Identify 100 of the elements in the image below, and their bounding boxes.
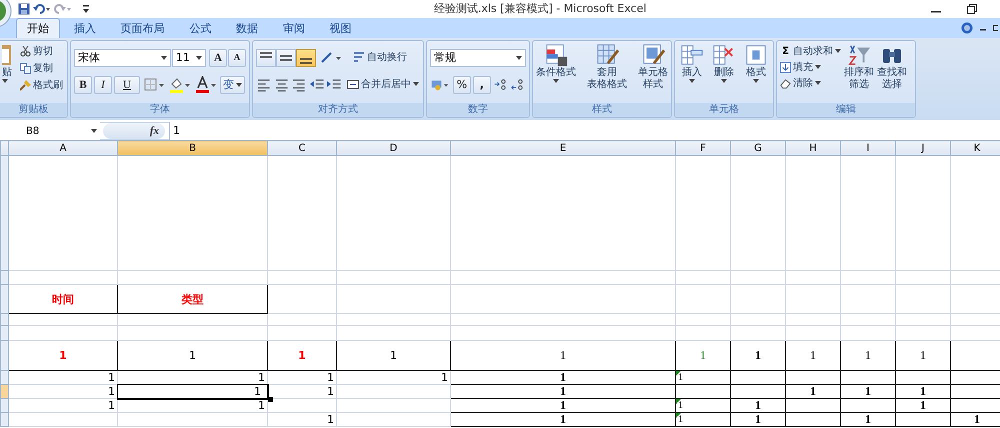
sheet-cell[interactable]: 1 [336,370,450,384]
sheet-cell[interactable]: 1 [336,340,450,370]
fill-color-icon[interactable] [168,76,192,94]
sheet-cell[interactable]: 1 [786,384,840,398]
sheet-cell[interactable]: 1 [896,398,950,412]
empty-cell[interactable] [786,412,840,426]
sheet-cell[interactable]: 1 [8,340,118,370]
help-icon[interactable] [961,22,973,34]
sheet-cell[interactable]: 1 [840,384,896,398]
sheet-cell[interactable]: 1 [676,412,730,426]
column-header[interactable]: G [730,140,786,156]
copy-button[interactable]: 复制 [19,60,64,76]
column-header[interactable]: A [8,140,118,156]
sheet-cell[interactable]: 1 [118,398,268,412]
ribbon-tab[interactable]: 插入 [62,18,107,38]
shrink-font-button[interactable]: A [228,49,246,67]
sheet-cell[interactable]: 1 [786,340,840,370]
insert-function-button[interactable]: fx [103,123,165,139]
phonetic-guide-button[interactable]: 变 [220,76,245,94]
fill-handle[interactable] [268,397,273,402]
ribbon-tab[interactable]: 页面布局 [110,18,176,38]
empty-cell[interactable] [676,384,730,398]
column-header[interactable]: K [950,140,1000,156]
wrap-text-button[interactable]: 自动换行 [352,49,408,65]
empty-cell[interactable] [840,398,896,412]
empty-cell[interactable] [730,384,786,398]
cut-button[interactable]: 剪切 [19,43,64,59]
italic-button[interactable]: I [94,76,112,94]
font-name-field[interactable]: 宋体 [74,49,171,67]
name-box[interactable]: B8 [0,122,100,140]
empty-cell[interactable] [896,370,950,384]
find-select-button[interactable]: 查找和 选择 [876,43,908,101]
empty-cell[interactable] [896,412,950,426]
percent-button[interactable]: % [452,76,471,94]
restore-icon[interactable] [992,24,998,32]
sheet-cell[interactable]: 1 [730,340,786,370]
sheet-cell[interactable]: 1 [450,412,676,426]
empty-cell[interactable] [840,370,896,384]
sheet-cell[interactable]: 1 [268,412,336,426]
column-header[interactable]: I [840,140,896,156]
ribbon-tab[interactable]: 开始 [16,18,60,38]
font-size-field[interactable]: 11 [172,49,206,67]
ribbon-tab[interactable]: 审阅 [272,18,316,38]
formula-field[interactable]: 1 [169,122,1000,140]
error-indicator-icon[interactable] [676,399,681,404]
sheet-cell[interactable]: 1 [450,384,676,398]
sheet-cell[interactable]: 1 [676,340,730,370]
sheet-cell[interactable]: 1 [840,412,896,426]
number-format-field[interactable]: 常规 [430,49,526,67]
sheet-cell[interactable]: 1 [118,340,268,370]
column-header[interactable]: D [336,140,450,156]
error-indicator-icon[interactable] [676,413,681,418]
error-indicator-icon[interactable] [676,371,681,376]
delete-cells-button[interactable]: 删除 [711,43,737,101]
ribbon-tab[interactable]: 公式 [178,18,222,38]
sheet-cell[interactable]: 1 [896,384,950,398]
comma-button[interactable]: , [472,76,491,94]
format-painter-button[interactable]: 格式刷 [19,77,64,93]
merge-center-button[interactable]: 合并后居中 [346,76,420,92]
column-header[interactable]: F [676,140,730,156]
sheet-cell[interactable]: 1 [8,384,118,398]
insert-cells-button[interactable]: 插入 [679,43,705,101]
conditional-formatting-button[interactable]: 条件格式 [535,43,577,101]
ribbon-tab[interactable]: 视图 [318,18,362,38]
empty-cell[interactable] [786,398,840,412]
sheet-cell[interactable]: 1 [896,340,950,370]
autosum-button[interactable]: Σ 自动求和 [779,43,842,59]
clear-button[interactable]: 清除 [779,75,842,91]
font-color-icon[interactable] [194,76,218,94]
undo-icon[interactable] [32,3,51,15]
sheet-cell[interactable]: 1 [950,412,1000,426]
save-icon[interactable] [18,3,30,15]
fill-button[interactable]: 填充 [779,59,842,75]
column-header[interactable]: C [268,140,336,156]
empty-cell[interactable] [730,370,786,384]
customize-icon[interactable] [82,4,90,14]
restore-icon[interactable] [966,3,978,15]
paste-button[interactable]: 贴 [0,43,16,101]
empty-cell[interactable] [786,370,840,384]
sheet-cell[interactable]: 1 [450,370,676,384]
underline-button[interactable]: U [114,76,140,94]
sheet-cell[interactable]: 时间 [8,284,118,314]
sheet-cell[interactable]: 1 [450,340,676,370]
cell-styles-button[interactable]: 单元格 样式 [637,43,669,101]
sheet-cell[interactable]: 1 [840,340,896,370]
sort-filter-button[interactable]: 排序和 筛选 [843,43,875,101]
vertical-align-button[interactable] [276,49,296,67]
column-header[interactable]: B [118,140,268,156]
sheet-cell[interactable]: 1 [8,370,118,384]
sheet-cell[interactable]: 1 [676,370,730,384]
sheet-cell[interactable]: 1 [730,398,786,412]
column-header[interactable]: E [450,140,676,156]
sheet-cell[interactable]: 1 [450,398,676,412]
column-header[interactable]: H [786,140,840,156]
sheet-cell[interactable]: 1 [268,340,336,370]
sheet-cell[interactable]: 1 [676,398,730,412]
sheet-cell[interactable]: 1 [8,398,118,412]
bold-button[interactable]: B [74,76,92,94]
format-as-table-button[interactable]: 套用 表格格式 [586,43,628,101]
format-cells-button[interactable]: 格式 [743,43,769,101]
